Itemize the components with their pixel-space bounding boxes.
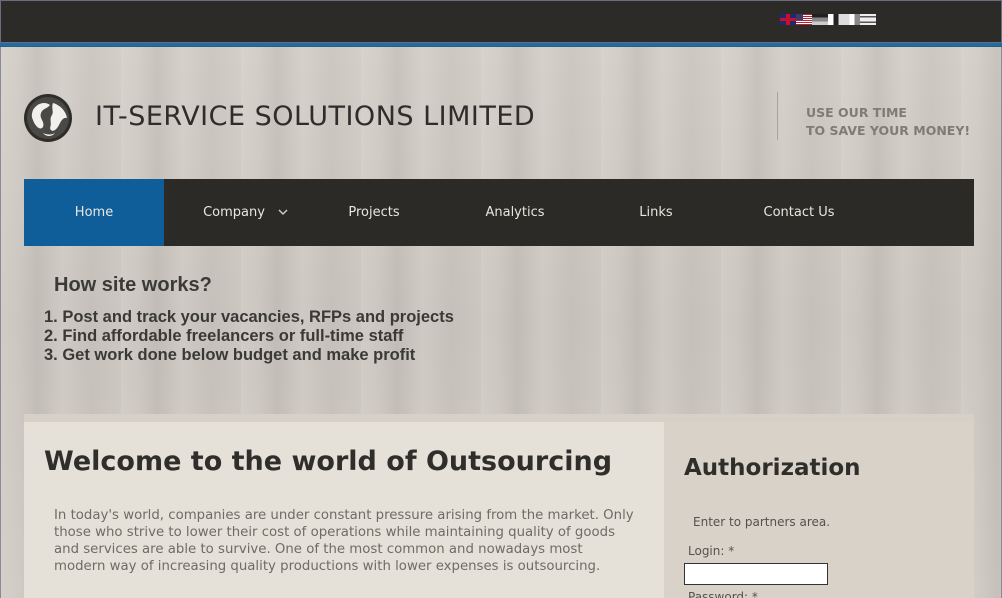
flag-gb-icon[interactable]	[780, 14, 796, 25]
nav-item-analytics[interactable]: Analytics	[444, 179, 586, 246]
slogan: USE OUR TIME TO SAVE YOUR MONEY!	[806, 104, 970, 140]
login-input[interactable]	[684, 563, 828, 585]
flag-fr-icon[interactable]	[828, 14, 844, 25]
login-label: Login: *	[688, 544, 734, 558]
nav-label: Home	[74, 205, 114, 220]
step-item: 1. Post and track your vacancies, RFPs a…	[44, 308, 454, 326]
nav-item-links[interactable]: Links	[586, 179, 726, 246]
top-bar	[0, 0, 1002, 43]
page-title: Welcome to the world of Outsourcing	[44, 446, 613, 477]
flag-us-icon[interactable]	[796, 14, 812, 25]
nav-item-home[interactable]: Home	[24, 179, 164, 246]
authorization-title: Authorization	[684, 455, 861, 481]
nav-label: Projects	[348, 205, 400, 220]
flag-il-icon[interactable]	[860, 14, 876, 25]
password-label-text: Password:	[688, 590, 749, 598]
site-brand[interactable]: IT-SERVICE SOLUTIONS LIMITED	[95, 101, 535, 132]
nav-label: Links	[639, 205, 673, 220]
how-it-works-title: How site works?	[54, 274, 212, 296]
main-navigation: Home Company Projects Analytics Links Co…	[24, 179, 974, 246]
nav-label: Contact Us	[763, 205, 835, 220]
step-item: 2. Find affordable freelancers or full-t…	[44, 327, 404, 345]
header-divider	[777, 92, 778, 140]
content-panel-top-border	[24, 414, 974, 422]
intro-paragraph: In today's world, companies are under co…	[54, 508, 634, 574]
nav-item-company[interactable]: Company	[164, 179, 304, 246]
step-item: 3. Get work done below budget and make p…	[44, 346, 416, 364]
nav-item-contact[interactable]: Contact Us	[726, 179, 872, 246]
flag-de-icon[interactable]	[812, 14, 828, 25]
required-mark: *	[751, 590, 758, 598]
nav-label: Analytics	[485, 205, 545, 220]
flag-it-icon[interactable]	[844, 14, 860, 25]
globe-logo-icon[interactable]	[23, 93, 73, 143]
nav-item-projects[interactable]: Projects	[304, 179, 444, 246]
language-selector	[780, 14, 876, 25]
required-mark: *	[728, 544, 735, 558]
password-label: Password: *	[688, 590, 758, 598]
top-accent-stripe	[0, 43, 1002, 47]
nav-label: Company	[203, 205, 265, 220]
slogan-line-1: USE OUR TIME	[806, 105, 907, 120]
login-label-text: Login:	[688, 544, 725, 558]
how-it-works-steps: 1. Post and track your vacancies, RFPs a…	[44, 308, 454, 365]
authorization-note: Enter to partners area.	[693, 515, 831, 529]
chevron-down-icon	[278, 209, 288, 216]
slogan-line-2: TO SAVE YOUR MONEY!	[806, 123, 971, 138]
